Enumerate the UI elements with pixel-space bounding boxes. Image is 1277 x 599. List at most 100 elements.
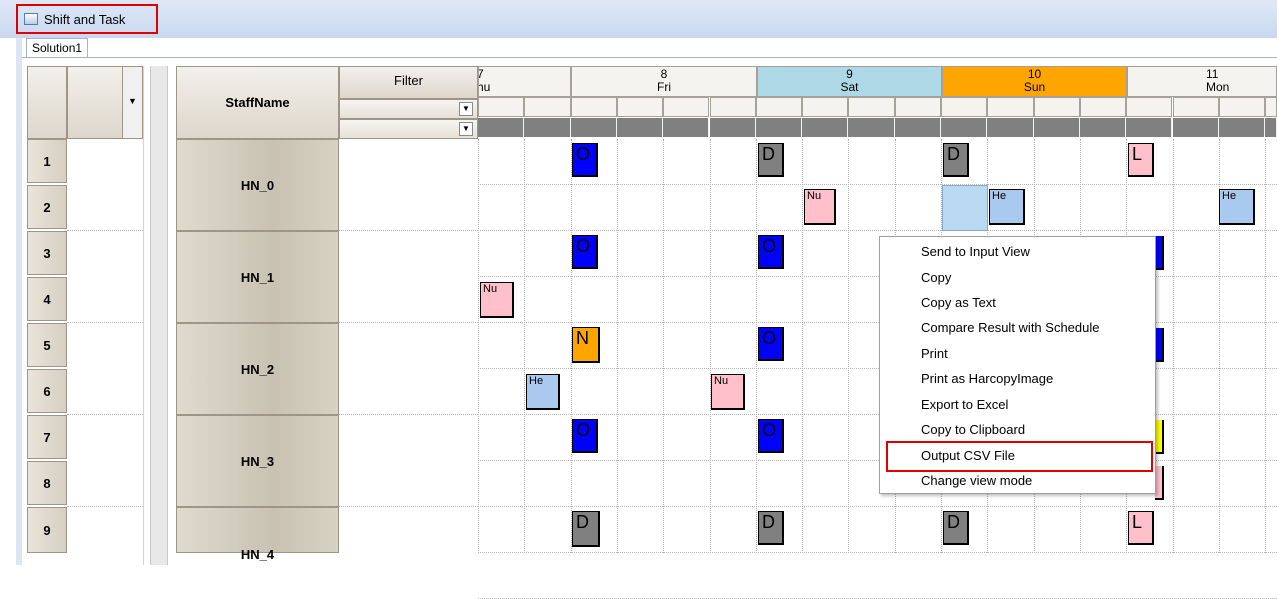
- header-dark-cell: [570, 118, 617, 137]
- shift-code: N: [576, 328, 589, 348]
- row-number[interactable]: 5: [27, 323, 67, 367]
- shift-tile-partial[interactable]: [1155, 420, 1164, 454]
- header-dark-cell: [755, 118, 803, 137]
- row-number[interactable]: 7: [27, 415, 67, 459]
- header-dark-cell: [478, 118, 525, 137]
- header-subcell[interactable]: [1033, 97, 1080, 117]
- filter-dropdown-2[interactable]: [339, 119, 478, 139]
- header-subcell[interactable]: [616, 97, 664, 117]
- header-subcell[interactable]: [709, 97, 756, 117]
- body-row-line: [478, 184, 1277, 185]
- shift-code: He: [992, 190, 1007, 202]
- body-row-line: [478, 506, 1277, 507]
- header-subcell[interactable]: [987, 97, 1034, 117]
- shift-tile[interactable]: O: [758, 419, 784, 453]
- shift-tile[interactable]: L: [1128, 511, 1154, 545]
- shift-tile[interactable]: He: [989, 189, 1025, 225]
- shift-tile[interactable]: O: [758, 327, 784, 361]
- window-tab[interactable]: Shift and Task: [16, 4, 158, 34]
- header-subcell[interactable]: [1172, 97, 1219, 117]
- shift-tile[interactable]: D: [943, 511, 969, 545]
- shift-tile-partial[interactable]: [1155, 466, 1164, 500]
- header-subcell[interactable]: [524, 97, 571, 117]
- body-column-line: [755, 139, 757, 553]
- menu-item-export-to-excel[interactable]: Export to Excel: [921, 393, 1008, 417]
- day-name: Sun: [1023, 80, 1046, 94]
- day-header-7[interactable]: 7 hu: [478, 66, 571, 97]
- shift-tile[interactable]: D: [758, 143, 784, 177]
- shift-tile[interactable]: O: [572, 419, 598, 453]
- menu-item-send-to-input-view[interactable]: Send to Input View: [921, 240, 1030, 264]
- menu-item-print[interactable]: Print: [921, 342, 948, 366]
- header-subcell[interactable]: [570, 97, 617, 117]
- filter-dropdown-1[interactable]: [339, 99, 478, 119]
- staff-name-cell[interactable]: HN_0: [176, 139, 339, 231]
- filter-dropdown-button-2[interactable]: ▼: [459, 122, 473, 136]
- filter-dropdown-button-1[interactable]: ▼: [459, 102, 473, 116]
- shift-tile[interactable]: He: [1219, 189, 1255, 225]
- header-subcell[interactable]: [1126, 97, 1173, 117]
- header-subcell[interactable]: [894, 97, 941, 117]
- header-subcell[interactable]: [478, 97, 525, 117]
- shift-tile[interactable]: O: [572, 235, 598, 269]
- header-dark-cell: [1079, 118, 1127, 137]
- header-dark-cell: [1265, 118, 1277, 137]
- menu-item-output-csv-file[interactable]: Output CSV File: [921, 444, 1015, 468]
- row-number[interactable]: 9: [27, 507, 67, 553]
- body-column-line: [709, 139, 711, 553]
- shift-tile[interactable]: D: [758, 511, 784, 545]
- row-number[interactable]: 8: [27, 461, 67, 505]
- tab-solution1[interactable]: Solution1: [26, 38, 89, 58]
- header-subcell[interactable]: [1265, 97, 1277, 117]
- row-number[interactable]: 1: [27, 139, 67, 183]
- menu-item-copy[interactable]: Copy: [921, 266, 951, 290]
- shift-tile[interactable]: Nu: [480, 282, 514, 318]
- header-dark-cell: [1172, 118, 1219, 137]
- row-number[interactable]: 2: [27, 185, 67, 229]
- left-row-separator: [67, 230, 143, 231]
- menu-item-change-view-mode[interactable]: Change view mode: [921, 469, 1032, 493]
- filter-header[interactable]: Filter: [339, 66, 478, 99]
- staff-name-cell[interactable]: HN_2: [176, 323, 339, 415]
- menu-item-compare-result[interactable]: Compare Result with Schedule: [921, 316, 1099, 340]
- staffname-header[interactable]: StaffName: [176, 66, 339, 139]
- day-header-11[interactable]: 11 Mon: [1127, 66, 1277, 97]
- shift-tile[interactable]: He: [526, 374, 560, 410]
- chevron-down-icon[interactable]: ▼: [128, 96, 137, 106]
- header-subcell[interactable]: [848, 97, 895, 117]
- header-subcell[interactable]: [755, 97, 803, 117]
- row-number[interactable]: 3: [27, 231, 67, 275]
- shift-tile[interactable]: Nu: [711, 374, 745, 410]
- shift-code: He: [1222, 190, 1237, 202]
- shift-tile[interactable]: D: [572, 511, 600, 547]
- day-header-8[interactable]: 8 Fri: [571, 66, 757, 97]
- menu-item-copy-to-clipboard[interactable]: Copy to Clipboard: [921, 418, 1025, 442]
- header-subcell[interactable]: [802, 97, 849, 117]
- shift-tile[interactable]: D: [943, 143, 969, 177]
- staff-name-cell[interactable]: HN_3: [176, 415, 339, 507]
- day-header-9[interactable]: 9 Sat: [757, 66, 942, 97]
- shift-tile[interactable]: Nu: [804, 189, 836, 225]
- filter-row-separator: [339, 230, 478, 231]
- shift-tile-selected[interactable]: [942, 185, 988, 231]
- shift-tile[interactable]: N: [572, 327, 600, 363]
- header-subcell[interactable]: [1218, 97, 1266, 117]
- filter-header-label: Filter: [394, 73, 423, 88]
- shift-tile[interactable]: L: [1128, 143, 1154, 177]
- header-dark-cell: [524, 118, 571, 137]
- staff-name-cell[interactable]: HN_1: [176, 231, 339, 323]
- row-number[interactable]: 6: [27, 369, 67, 413]
- staff-name-cell[interactable]: HN_4: [176, 507, 339, 562]
- menu-item-print-hardcopy-image[interactable]: Print as HarcopyImage: [921, 367, 1053, 391]
- shift-tile[interactable]: O: [572, 143, 598, 177]
- shift-tile[interactable]: O: [758, 235, 784, 269]
- menu-item-copy-as-text[interactable]: Copy as Text: [921, 291, 996, 315]
- shift-tile-partial[interactable]: [1155, 328, 1164, 362]
- row-number[interactable]: 4: [27, 277, 67, 321]
- day-header-10[interactable]: 10 Sun: [942, 66, 1127, 97]
- header-subcell[interactable]: [663, 97, 710, 117]
- header-subcell[interactable]: [1079, 97, 1127, 117]
- staff-name: HN_1: [240, 269, 275, 285]
- header-subcell[interactable]: [941, 97, 988, 117]
- shift-tile-partial[interactable]: [1155, 236, 1164, 270]
